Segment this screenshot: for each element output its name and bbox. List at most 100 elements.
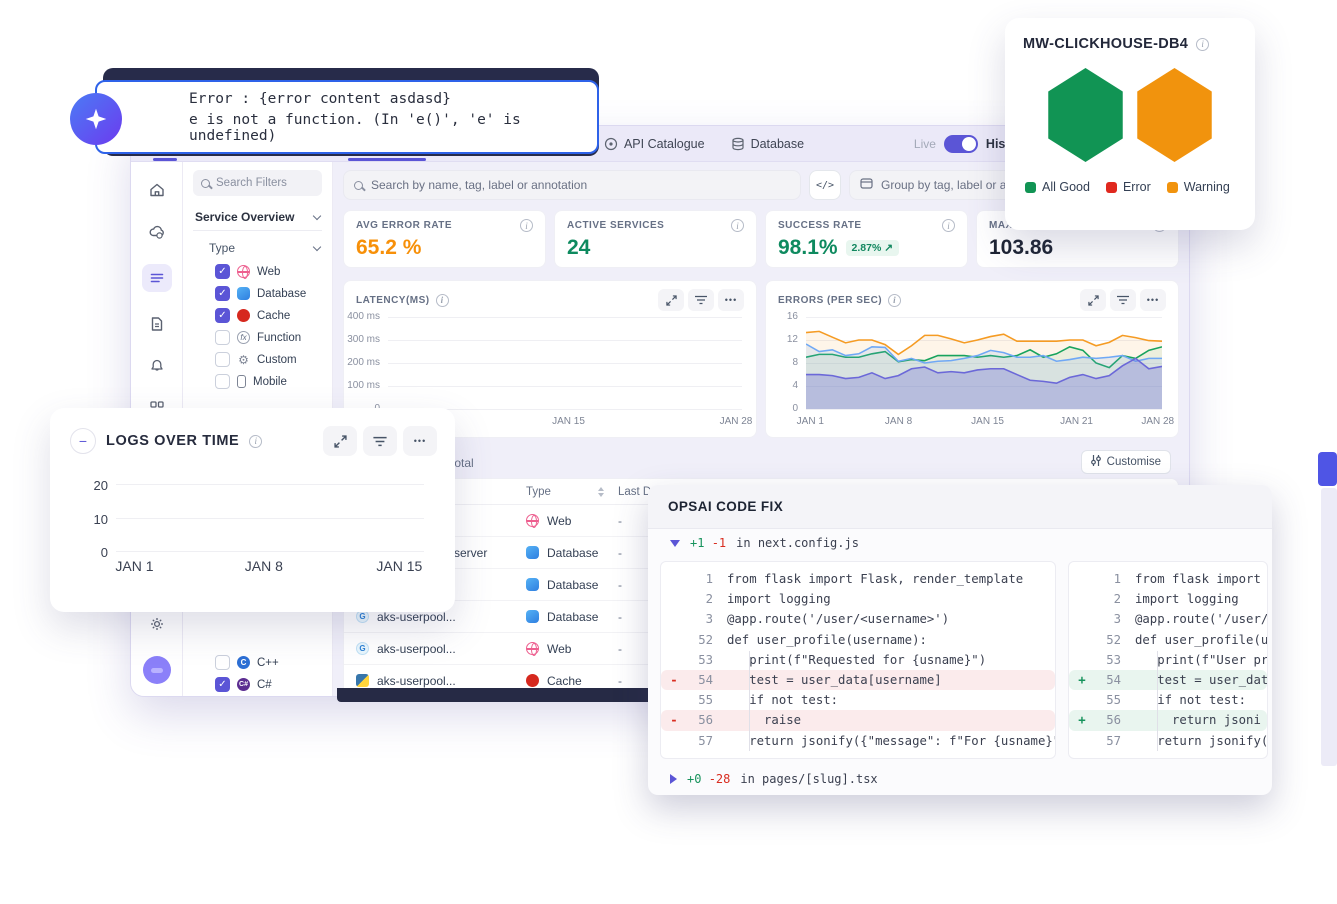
filter-item[interactable]: Mobile xyxy=(215,372,322,391)
hexagon-row xyxy=(1023,68,1237,162)
page-canvas: g API Catalogue Database Live History xyxy=(0,0,1337,904)
diff-section-header[interactable]: +1 -1 in next.config.js xyxy=(648,529,1272,557)
filter-item[interactable]: ✓ Database xyxy=(215,284,322,303)
diff-section-header-collapsed[interactable]: +0 -28 in pages/[slug].tsx xyxy=(648,765,1272,793)
opsai-title: OPSAI CODE FIX xyxy=(668,499,783,514)
checkbox[interactable]: ✓ xyxy=(215,308,230,323)
filter-item[interactable]: ✓ Web xyxy=(215,262,322,281)
filter-icon[interactable] xyxy=(363,426,397,456)
tab-database[interactable]: Database xyxy=(731,137,805,151)
function-icon: fx xyxy=(237,331,250,344)
info-icon[interactable]: i xyxy=(888,294,901,307)
checkbox[interactable] xyxy=(215,374,230,389)
legend-swatch xyxy=(1167,182,1178,193)
more-options-icon[interactable]: ••• xyxy=(1140,289,1166,311)
logs-card-title: LOGS OVER TIME xyxy=(106,433,239,449)
expand-triangle-icon[interactable] xyxy=(670,774,677,784)
stat-value: 65.2 % xyxy=(356,236,421,260)
y-axis-label: 0 xyxy=(101,545,108,560)
document-icon[interactable] xyxy=(147,314,167,334)
legend-item: Warning xyxy=(1167,180,1230,194)
logo-underline xyxy=(153,158,177,161)
y-axis-label: 8 xyxy=(792,357,798,368)
info-icon[interactable]: i xyxy=(731,219,744,232)
y-axis-label: 0 xyxy=(792,403,798,414)
info-icon[interactable]: i xyxy=(436,294,449,307)
infrastructure-icon[interactable] xyxy=(147,222,167,242)
search-icon xyxy=(201,179,210,188)
diff-line: 2import logging xyxy=(661,589,1055,609)
active-tab-underline xyxy=(348,158,426,161)
x-axis-label: JAN 1 xyxy=(115,558,153,574)
info-icon[interactable]: i xyxy=(249,435,262,448)
filter-icon[interactable] xyxy=(1110,289,1136,311)
checkbox[interactable]: ✓ xyxy=(215,677,230,692)
expand-icon[interactable] xyxy=(323,426,357,456)
filter-item[interactable]: ⚙Custom xyxy=(215,350,322,369)
filter-item[interactable]: ✓C#C# xyxy=(215,675,322,694)
indent-guide xyxy=(749,651,750,751)
more-options-icon[interactable]: ••• xyxy=(403,426,437,456)
info-icon[interactable]: i xyxy=(942,219,955,232)
collapse-minus-button[interactable]: − xyxy=(70,428,96,454)
collapse-triangle-icon[interactable] xyxy=(670,540,680,547)
checkbox[interactable] xyxy=(215,330,230,345)
filter-item[interactable]: ✓ Cache xyxy=(215,306,322,325)
hexagon-warning[interactable] xyxy=(1132,68,1218,162)
error-toast[interactable]: Error : {error content asdasd} e is not … xyxy=(95,80,599,154)
y-axis-label: 20 xyxy=(94,478,108,493)
alerts-bell-icon[interactable] xyxy=(147,356,167,376)
diff-file-name: in pages/[slug].tsx xyxy=(740,772,877,786)
info-icon[interactable]: i xyxy=(520,219,533,232)
diff-line: 55 if not test: xyxy=(661,690,1055,710)
home-icon[interactable] xyxy=(147,180,167,200)
x-axis-label: JAN 1 xyxy=(797,416,824,427)
cpp-icon: C xyxy=(237,656,250,669)
filter-item[interactable]: fxFunction xyxy=(215,328,322,347)
opsai-code-fix-panel: OPSAI CODE FIX +1 -1 in next.config.js 1… xyxy=(648,485,1272,795)
more-options-icon[interactable]: ••• xyxy=(718,289,744,311)
expand-icon[interactable] xyxy=(658,289,684,311)
chevron-down-icon xyxy=(313,211,321,219)
filter-item-label: Cache xyxy=(257,310,290,322)
legend-item: Error xyxy=(1106,180,1151,194)
window-bottom-edge xyxy=(337,688,655,702)
diff-line: 52def user_profile(username): xyxy=(661,630,1055,650)
expand-icon[interactable] xyxy=(1080,289,1106,311)
background-window-accent xyxy=(1318,452,1337,486)
sort-icon[interactable] xyxy=(598,487,604,497)
checkbox[interactable] xyxy=(215,655,230,670)
query-code-button[interactable]: </> xyxy=(809,170,841,200)
filter-item[interactable]: CC++ xyxy=(215,653,322,672)
group-by-icon xyxy=(860,177,873,193)
filter-item-label: Web xyxy=(257,266,280,278)
hex-card-title: MW-CLICKHOUSE-DB4 xyxy=(1023,36,1188,52)
custom-icon: ⚙ xyxy=(237,353,250,366)
info-icon[interactable]: i xyxy=(1196,38,1209,51)
filter-icon[interactable] xyxy=(688,289,714,311)
filter-item-label: Database xyxy=(257,288,306,300)
group-type[interactable]: Type xyxy=(193,235,322,259)
stat-label: ACTIVE SERVICES xyxy=(567,220,664,231)
checkbox[interactable]: ✓ xyxy=(215,264,230,279)
tab-api-catalogue[interactable]: API Catalogue xyxy=(604,137,705,151)
settings-gear-icon[interactable] xyxy=(147,614,167,634)
hexagon-all-good[interactable] xyxy=(1043,68,1129,162)
stat-card: ACTIVE SERVICESi24 xyxy=(554,210,757,268)
section-service-overview[interactable]: Service Overview xyxy=(193,202,322,231)
stat-card: SUCCESS RATEi98.1%2.87% ↗ xyxy=(765,210,968,268)
logs-icon[interactable] xyxy=(142,264,172,292)
customise-button[interactable]: Customise xyxy=(1081,450,1171,474)
x-axis-label: JAN 8 xyxy=(245,558,283,574)
service-name-cell: aks-userpool... xyxy=(356,674,526,688)
checkbox[interactable] xyxy=(215,352,230,367)
diff-file-name: in next.config.js xyxy=(736,536,859,550)
hex-legend: All GoodErrorWarning xyxy=(1023,180,1237,194)
x-axis-label: JAN 15 xyxy=(552,416,585,427)
filters-search-input[interactable]: Search Filters xyxy=(193,170,322,196)
user-avatar[interactable] xyxy=(143,656,171,684)
checkbox[interactable]: ✓ xyxy=(215,286,230,301)
search-input[interactable]: Search by name, tag, label or annotation xyxy=(343,170,801,200)
history-toggle[interactable] xyxy=(944,135,978,153)
language-filter-list: CC++✓C#C#✓Java xyxy=(193,653,322,697)
